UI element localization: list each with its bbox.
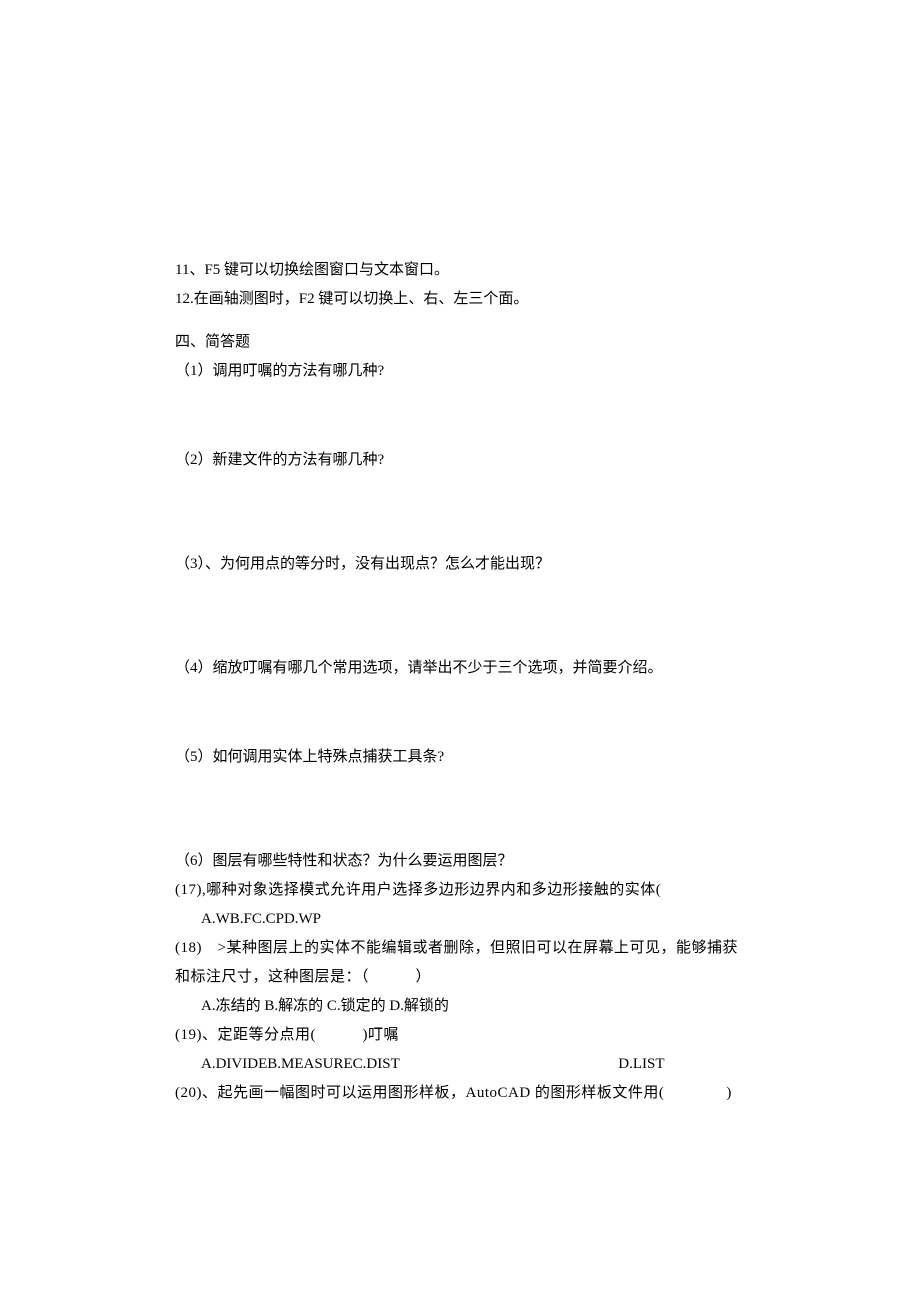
question-3: （3）、为何用点的等分时，没有出现点？怎么才能出现？ xyxy=(175,552,745,576)
spacer xyxy=(175,685,745,745)
question-19-options: A.DIVIDEB.MEASUREC.DIST D.LIST xyxy=(175,1052,745,1076)
text-line-12: 12.在画轴测图时，F2 键可以切换上、右、左三个面。 xyxy=(175,287,745,311)
question-18-b: 和标注尺寸，这种图层是：（ ） xyxy=(175,965,745,989)
question-1: （1）调用叮嘱的方法有哪几种? xyxy=(175,359,745,383)
spacer xyxy=(175,316,745,330)
question-17: (17),哪种对象选择模式允许用户选择多边形边界内和多边形接触的实体( xyxy=(175,878,745,902)
text-line-11: 11、F5 键可以切换绘图窗口与文本窗口。 xyxy=(175,258,745,282)
question-19-options-abc: A.DIVIDEB.MEASUREC.DIST xyxy=(201,1056,399,1072)
spacer xyxy=(175,581,745,656)
question-20: (20)、起先画一幅图时可以运用图形样板，AutoCAD 的图形样板文件用( ) xyxy=(175,1081,745,1105)
spacer xyxy=(175,774,745,849)
question-4: （4）缩放叮嘱有哪几个常用选项，请举出不少于三个选项，并简要介绍。 xyxy=(175,656,745,680)
spacer xyxy=(175,477,745,552)
question-19: (19)、定距等分点用( )叮嘱 xyxy=(175,1023,745,1047)
question-19-option-d: D.LIST xyxy=(618,1052,664,1076)
question-2: （2）新建文件的方法有哪几种? xyxy=(175,448,745,472)
question-18-options: A.冻结的 B.解冻的 C.锁定的 D.解锁的 xyxy=(175,994,745,1018)
question-18-a: (18) >某种图层上的实体不能编辑或者删除，但照旧可以在屏幕上可见，能够捕获 xyxy=(175,936,745,960)
spacer xyxy=(175,388,745,448)
question-5: （5）如何调用实体上特殊点捕获工具条? xyxy=(175,745,745,769)
section-4-title: 四、简答题 xyxy=(175,330,745,354)
question-6: （6）图层有哪些特性和状态？为什么要运用图层？ xyxy=(175,849,745,873)
question-17-options: A.WB.FC.CPD.WP xyxy=(175,907,745,931)
